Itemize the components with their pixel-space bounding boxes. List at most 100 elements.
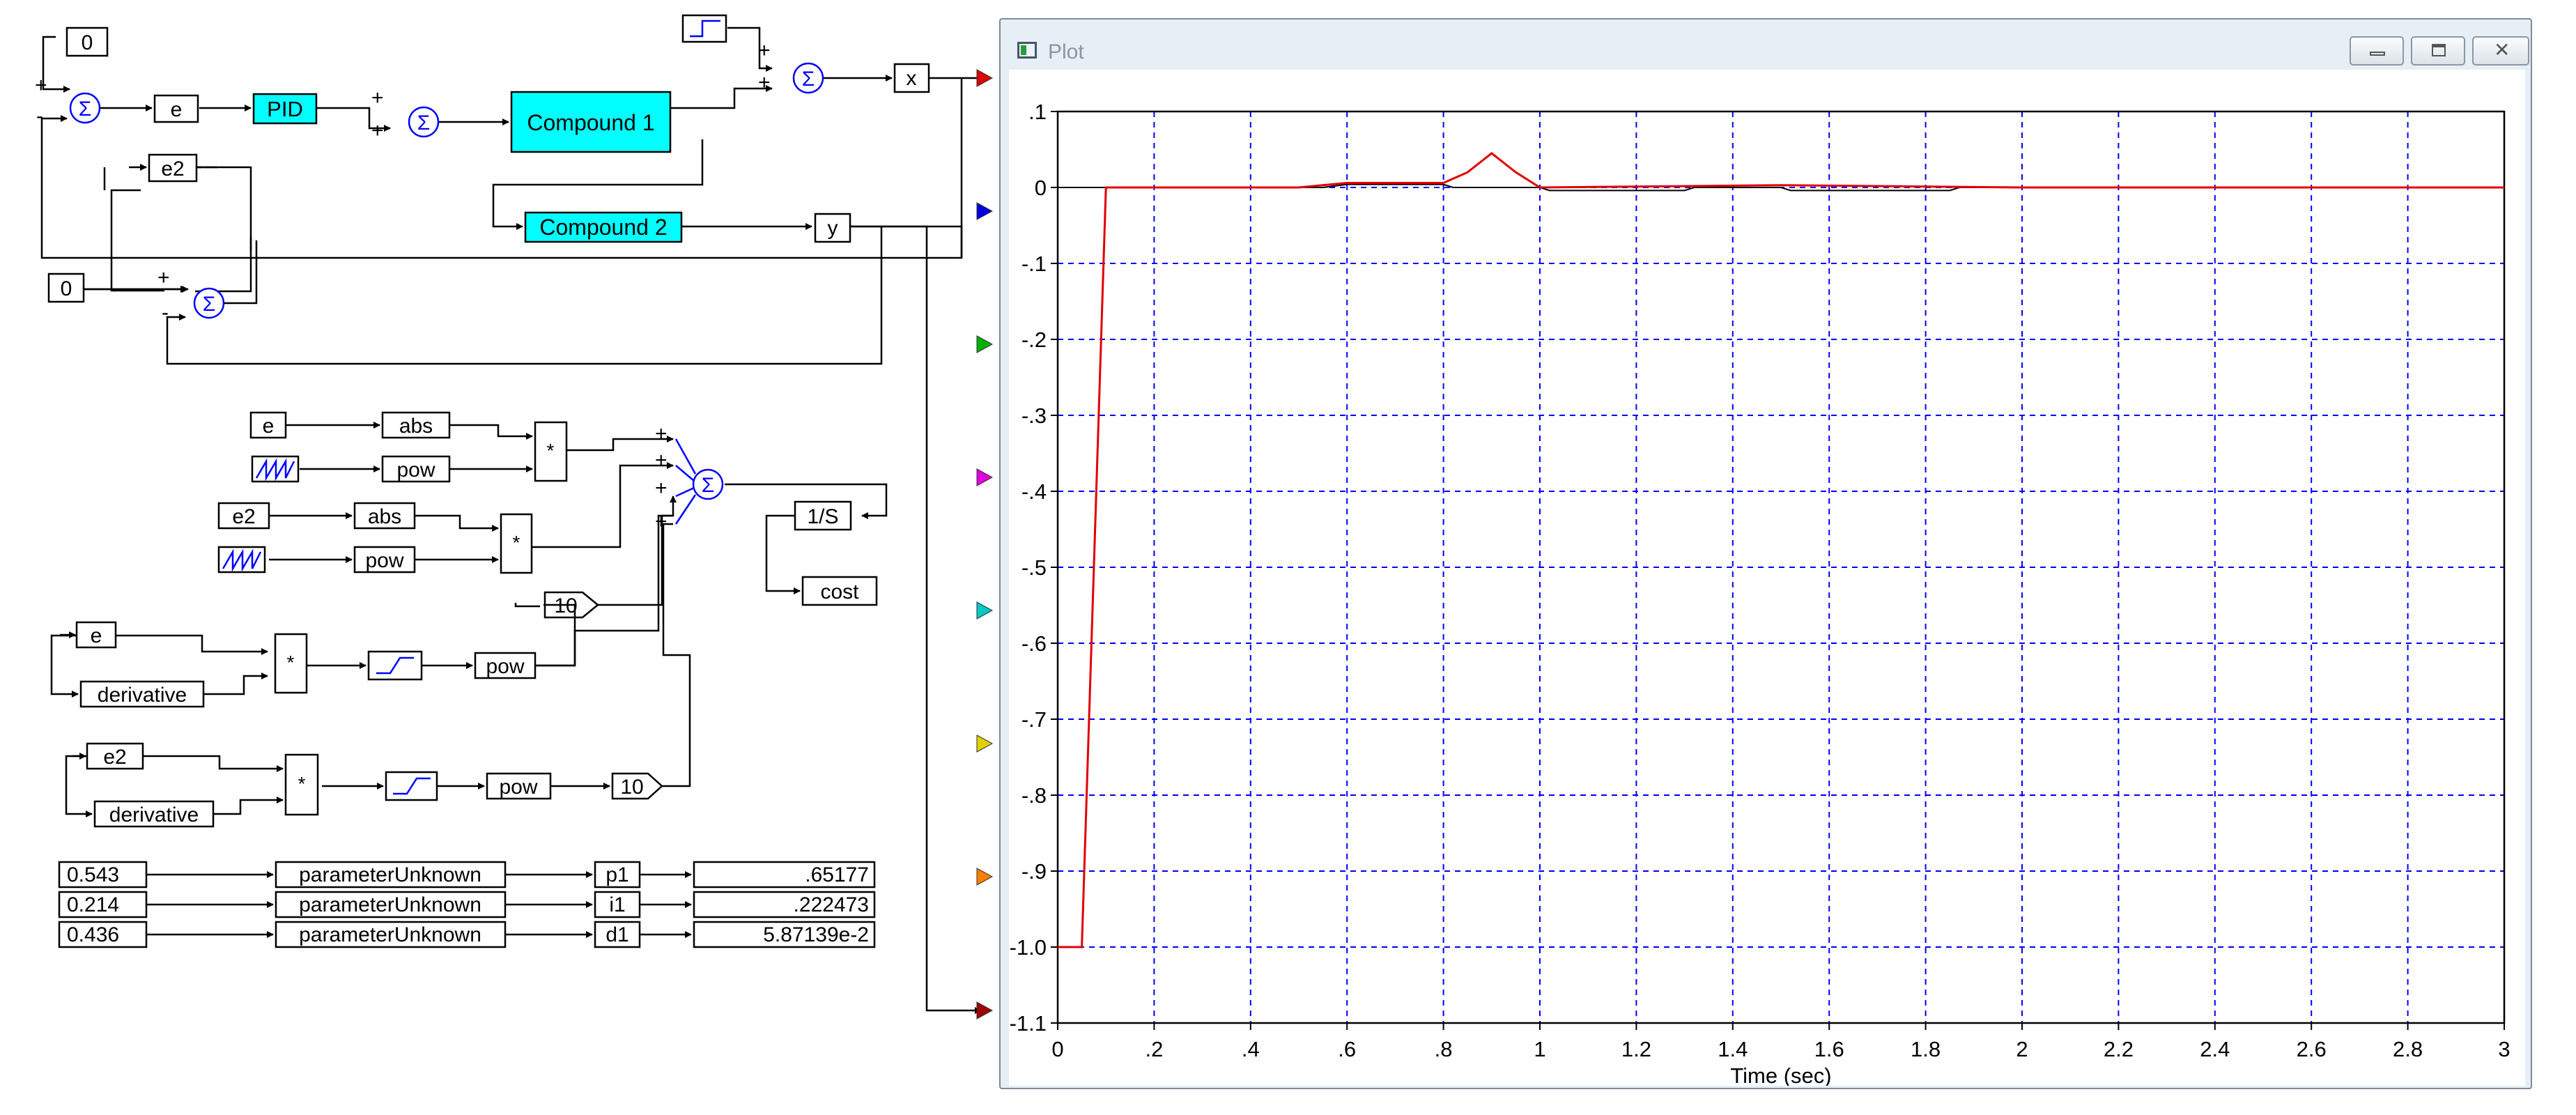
x-axis-label: Time (sec)	[1730, 1063, 1831, 1086]
minimize-button[interactable]	[2350, 36, 2404, 66]
ramp-block-1[interactable]	[251, 455, 300, 483]
e2-label: e2	[161, 157, 184, 180]
series-line-1	[1058, 152, 2504, 948]
x-tick-label: 1	[1534, 1037, 1545, 1061]
sum-symbol: Σ	[417, 112, 431, 134]
parameter-display-1-value: .65177	[805, 863, 869, 886]
compound-1-label: Compound 1	[527, 110, 654, 135]
sum-cost-sign-3: +	[655, 477, 668, 500]
sum-symbol: Σ	[203, 293, 216, 316]
y-tick-label: -.3	[1021, 403, 1047, 428]
compound-2-block[interactable]: Compound 2	[524, 211, 683, 243]
maximize-icon	[2432, 44, 2446, 56]
plot-window[interactable]: Plot ✕ 0 .2 .4 .6 .8 1 1.2 1.4 1.6 1.8 2 2.2 2.4 2.6 2…	[999, 18, 2532, 1089]
x-tick-label: 0	[1051, 1037, 1063, 1061]
cost-e2-label: e2	[232, 505, 255, 528]
cost-output-block[interactable]: cost	[801, 576, 878, 606]
sum-junction-cost[interactable]: Σ	[692, 468, 724, 500]
plot-area[interactable]: 0.2.4.6.8 1 1.2 1.4 1.6 1.8 2 2.2 2.4 2.6 2.8 3.1 0-…	[1009, 70, 2525, 1086]
parameter-block-1-label: parameterUnknown	[299, 863, 481, 886]
e2-block-top[interactable]: e2	[148, 153, 198, 183]
close-button[interactable]: ✕	[2472, 36, 2529, 66]
x-tick-label: 2.2	[2104, 1037, 2134, 1061]
parameter-initial-3-value: 0.436	[67, 923, 119, 946]
derivative-2-label: derivative	[109, 803, 199, 826]
multiply-block-1[interactable]: *	[534, 421, 568, 482]
pow-block-1[interactable]: pow	[381, 455, 451, 483]
pow-block-3[interactable]: pow	[474, 652, 537, 679]
gain-block-4[interactable]: 10	[611, 772, 663, 800]
sum-pid-sign-b: +	[371, 119, 384, 142]
pow-block-4[interactable]: pow	[486, 772, 552, 800]
pow-2-label: pow	[365, 549, 403, 572]
plot-port-2[interactable]	[976, 202, 994, 220]
sum-junction-top[interactable]: Σ	[69, 92, 101, 124]
saturation-block-2[interactable]	[385, 771, 438, 801]
plot-port-1[interactable]	[976, 69, 994, 87]
plot-port-8[interactable]	[976, 1001, 994, 1020]
sum-mid-sign-b: -	[162, 301, 169, 324]
y-tick-label: -1.1	[1010, 1011, 1047, 1036]
y-tick-label: -.2	[1021, 328, 1047, 352]
const-block-mid[interactable]: 0	[47, 272, 85, 303]
x-tick-label: 1.2	[1621, 1037, 1651, 1061]
maximize-button[interactable]	[2411, 36, 2465, 66]
abs-block-1[interactable]: abs	[381, 411, 451, 439]
sum-junction-pid[interactable]: Σ	[408, 106, 440, 138]
integrator-block[interactable]: 1/S	[794, 500, 852, 531]
y-label: y	[828, 217, 838, 240]
y-tick-label: -.9	[1021, 859, 1047, 884]
plot-port-6[interactable]	[976, 735, 994, 753]
close-icon: ✕	[2494, 39, 2511, 61]
sum-symbol: Σ	[79, 98, 92, 121]
sum-top-sign-b: -	[36, 105, 43, 128]
step-input-block[interactable]	[681, 14, 727, 43]
e-block-top[interactable]: e	[153, 94, 199, 123]
saturation-block-1[interactable]	[367, 650, 423, 681]
plot-port-4[interactable]	[976, 468, 994, 486]
x-tick-label: 1.4	[1718, 1037, 1748, 1061]
parameter-name-2-label: i1	[609, 893, 625, 916]
y-tick-label: -.5	[1021, 555, 1047, 580]
pow-4-label: pow	[499, 776, 537, 799]
gain-4-label: 10	[620, 776, 643, 799]
plot-port-3[interactable]	[976, 335, 994, 353]
x-tick-label: 2.8	[2393, 1037, 2423, 1061]
abs-block-2[interactable]: abs	[353, 502, 416, 530]
compound-1-block[interactable]: Compound 1	[510, 91, 672, 153]
const-mid-value: 0	[61, 277, 72, 300]
const-block-top[interactable]: 0	[65, 26, 109, 57]
sum-cost-input-taps	[674, 438, 697, 525]
derivative-block-2[interactable]: derivative	[93, 800, 215, 828]
sum-junction-mid[interactable]: Σ	[193, 287, 225, 319]
deriv-e2-block[interactable]: e2	[86, 742, 144, 770]
mult-1-label: *	[547, 440, 555, 461]
derivative-block-1[interactable]: derivative	[79, 680, 205, 708]
multiply-block-4[interactable]: *	[284, 753, 319, 816]
x-block[interactable]: x	[893, 63, 930, 93]
minimize-icon	[2370, 52, 2385, 56]
ramp-block-2[interactable]	[217, 546, 266, 574]
multiply-block-2[interactable]: *	[500, 513, 533, 574]
pid-block[interactable]: PID	[252, 93, 318, 125]
plot-port-7[interactable]	[976, 868, 994, 886]
compound-2-label: Compound 2	[539, 215, 667, 240]
x-tick-label: 2.6	[2297, 1037, 2327, 1061]
plot-titlebar[interactable]: Plot ✕	[1001, 20, 2531, 66]
mult-2-label: *	[513, 532, 520, 553]
deriv-e-label: e	[91, 624, 102, 647]
cost-e2-block[interactable]: e2	[217, 502, 270, 530]
cost-e-block[interactable]: e	[249, 411, 287, 439]
parameter-display-2-value: .222473	[794, 893, 869, 916]
multiply-block-3[interactable]: *	[274, 633, 308, 694]
plot-port-5[interactable]	[976, 601, 994, 620]
gain3-to-sum-wire	[598, 514, 673, 606]
sum-junction-out[interactable]: Σ	[792, 62, 824, 94]
y-block[interactable]: y	[814, 213, 851, 243]
y-tick-label: -.4	[1021, 479, 1047, 504]
parameter-display-3-value: 5.87139e-2	[763, 923, 869, 946]
deriv-e-block[interactable]: e	[75, 621, 117, 649]
cost-e-label: e	[263, 415, 275, 438]
pow-block-2[interactable]: pow	[353, 546, 416, 574]
e-label: e	[171, 98, 183, 121]
